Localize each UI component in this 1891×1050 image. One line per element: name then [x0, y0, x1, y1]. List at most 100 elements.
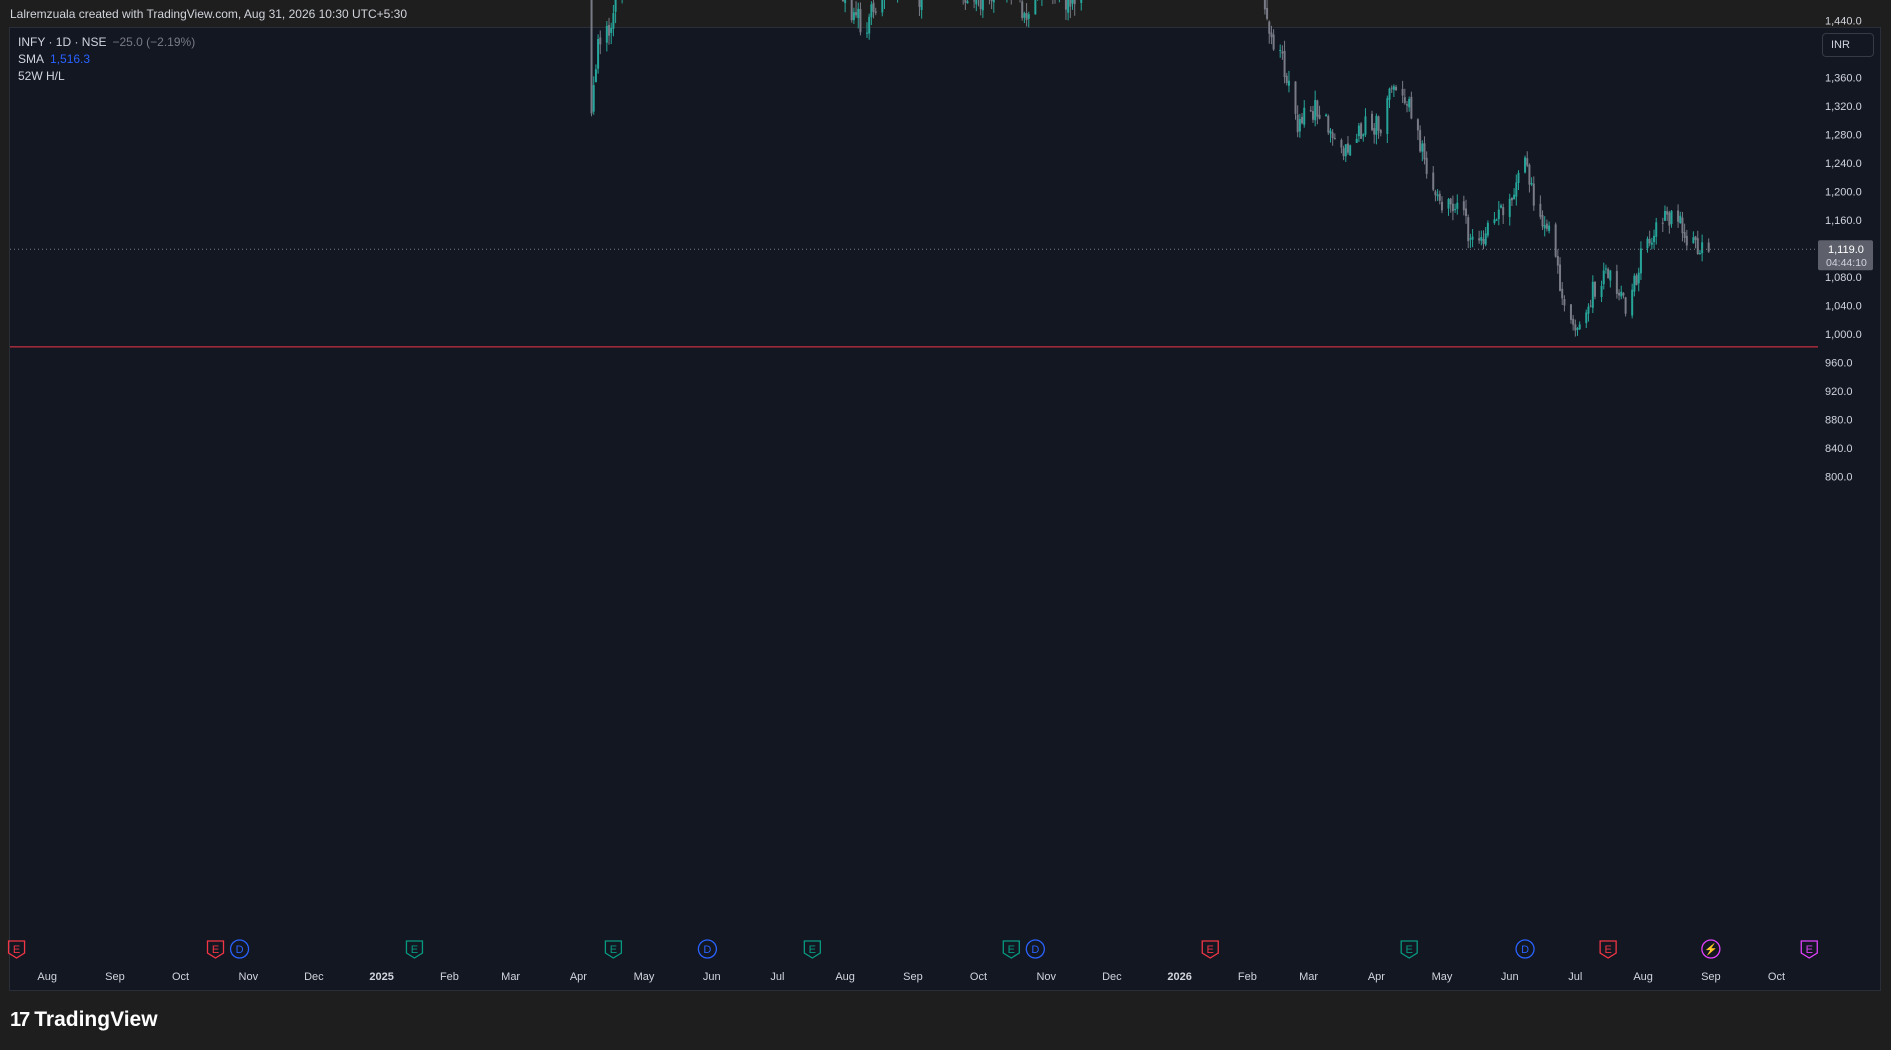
- candle-body[interactable]: [1379, 130, 1382, 134]
- candle-body[interactable]: [605, 25, 608, 43]
- candle-body[interactable]: [1270, 32, 1273, 38]
- candle-body[interactable]: [1272, 34, 1275, 50]
- candle-body[interactable]: [1410, 96, 1413, 119]
- candle-body[interactable]: [1401, 88, 1404, 96]
- candle-body[interactable]: [920, 0, 923, 10]
- candle-body[interactable]: [1390, 87, 1393, 89]
- candle-body[interactable]: [1543, 225, 1546, 229]
- candle-body[interactable]: [979, 0, 982, 9]
- candle-body[interactable]: [990, 0, 993, 2]
- candle-body[interactable]: [1329, 130, 1332, 134]
- candle-body[interactable]: [1508, 198, 1511, 217]
- candle-body[interactable]: [1375, 115, 1378, 135]
- candle-body[interactable]: [1371, 113, 1374, 131]
- candle-body[interactable]: [1073, 0, 1076, 5]
- candle-body[interactable]: [1524, 157, 1527, 173]
- candle-body[interactable]: [1449, 198, 1452, 205]
- candle-body[interactable]: [1648, 238, 1651, 244]
- candle-body[interactable]: [1554, 224, 1557, 257]
- time-axis[interactable]: Aug Sep Oct Nov Dec 2025 Feb Mar Apr May Jun Jul Aug…: [37, 971, 1785, 983]
- candle-body[interactable]: [1034, 0, 1037, 15]
- candle-body[interactable]: [1661, 222, 1664, 224]
- candle-body[interactable]: [1600, 285, 1603, 298]
- candle-body[interactable]: [1434, 191, 1437, 196]
- candle-body[interactable]: [1296, 114, 1299, 133]
- candle-body[interactable]: [1342, 148, 1345, 157]
- candle-body[interactable]: [975, 0, 978, 5]
- candle-body[interactable]: [1403, 97, 1406, 104]
- candle-body[interactable]: [1023, 13, 1026, 18]
- candle-body[interactable]: [1670, 210, 1673, 225]
- candle-body[interactable]: [1532, 183, 1535, 206]
- candle-body[interactable]: [1421, 143, 1424, 152]
- candle-body[interactable]: [1362, 134, 1365, 137]
- candle-body[interactable]: [1548, 225, 1551, 231]
- candle-body[interactable]: [1344, 144, 1347, 157]
- candles[interactable]: [9, 0, 1710, 337]
- candle-body[interactable]: [1591, 281, 1594, 308]
- candle-body[interactable]: [1021, 1, 1024, 19]
- candle-body[interactable]: [852, 12, 855, 21]
- candle-body[interactable]: [597, 39, 600, 69]
- candle-body[interactable]: [608, 24, 611, 36]
- candle-body[interactable]: [855, 12, 858, 16]
- candle-body[interactable]: [1517, 172, 1520, 183]
- event-markers[interactable]: E E D E E D E E D E E D E ⚡ E: [7, 939, 1818, 959]
- candle-body[interactable]: [1631, 289, 1634, 316]
- candle-body[interactable]: [1574, 324, 1577, 331]
- candle-body[interactable]: [1377, 116, 1380, 131]
- candle-body[interactable]: [610, 27, 613, 33]
- candle-body[interactable]: [1655, 222, 1658, 237]
- candle-body[interactable]: [881, 0, 884, 13]
- candle-body[interactable]: [1408, 98, 1411, 108]
- candle-body[interactable]: [1694, 236, 1697, 241]
- candle-body[interactable]: [1438, 193, 1441, 201]
- candle-body[interactable]: [1679, 215, 1682, 223]
- candle-body[interactable]: [1572, 318, 1575, 325]
- candle-body[interactable]: [1325, 114, 1328, 117]
- candle-body[interactable]: [1405, 104, 1408, 106]
- candle-body[interactable]: [1025, 13, 1028, 20]
- candle-body[interactable]: [1303, 107, 1306, 125]
- candle-body[interactable]: [1069, 0, 1072, 7]
- candle-body[interactable]: [1637, 272, 1640, 284]
- candle-body[interactable]: [1609, 270, 1612, 281]
- candle-body[interactable]: [1285, 75, 1288, 83]
- candle-body[interactable]: [1423, 143, 1426, 160]
- candle-body[interactable]: [1639, 248, 1642, 274]
- candle-body[interactable]: [1064, 0, 1067, 10]
- candle-body[interactable]: [973, 0, 976, 2]
- candle-body[interactable]: [1419, 130, 1422, 152]
- candle-body[interactable]: [1707, 242, 1710, 252]
- candle-body[interactable]: [1559, 264, 1562, 291]
- candle-body[interactable]: [1471, 236, 1474, 240]
- candle-body[interactable]: [1360, 123, 1363, 139]
- candle-body[interactable]: [1388, 88, 1391, 100]
- currency-button[interactable]: INR: [1822, 33, 1874, 57]
- candle-body[interactable]: [1266, 7, 1269, 19]
- candle-body[interactable]: [1440, 201, 1443, 211]
- candle-body[interactable]: [1395, 86, 1398, 91]
- candle-body[interactable]: [1467, 217, 1470, 242]
- candle-body[interactable]: [599, 37, 602, 45]
- candle-body[interactable]: [594, 69, 597, 83]
- candle-body[interactable]: [844, 0, 847, 4]
- legend-hl-row[interactable]: 52W H/L: [18, 68, 195, 85]
- candle-body[interactable]: [1585, 312, 1588, 324]
- candle-body[interactable]: [1539, 203, 1542, 217]
- candle-body[interactable]: [1357, 125, 1360, 137]
- candle-body[interactable]: [992, 0, 995, 3]
- candle-body[interactable]: [1663, 210, 1666, 221]
- candle-body[interactable]: [1309, 110, 1312, 112]
- candle-body[interactable]: [1318, 114, 1321, 119]
- candle-body[interactable]: [1436, 194, 1439, 197]
- candle-body[interactable]: [1067, 0, 1070, 13]
- candle-body[interactable]: [1602, 270, 1605, 285]
- candle-body[interactable]: [1502, 207, 1505, 216]
- candle-body[interactable]: [1327, 116, 1330, 133]
- candle-body[interactable]: [1263, 0, 1266, 10]
- candle-body[interactable]: [1530, 183, 1533, 185]
- candle-body[interactable]: [1027, 14, 1030, 19]
- candle-body[interactable]: [918, 0, 921, 7]
- candle-body[interactable]: [1653, 235, 1656, 243]
